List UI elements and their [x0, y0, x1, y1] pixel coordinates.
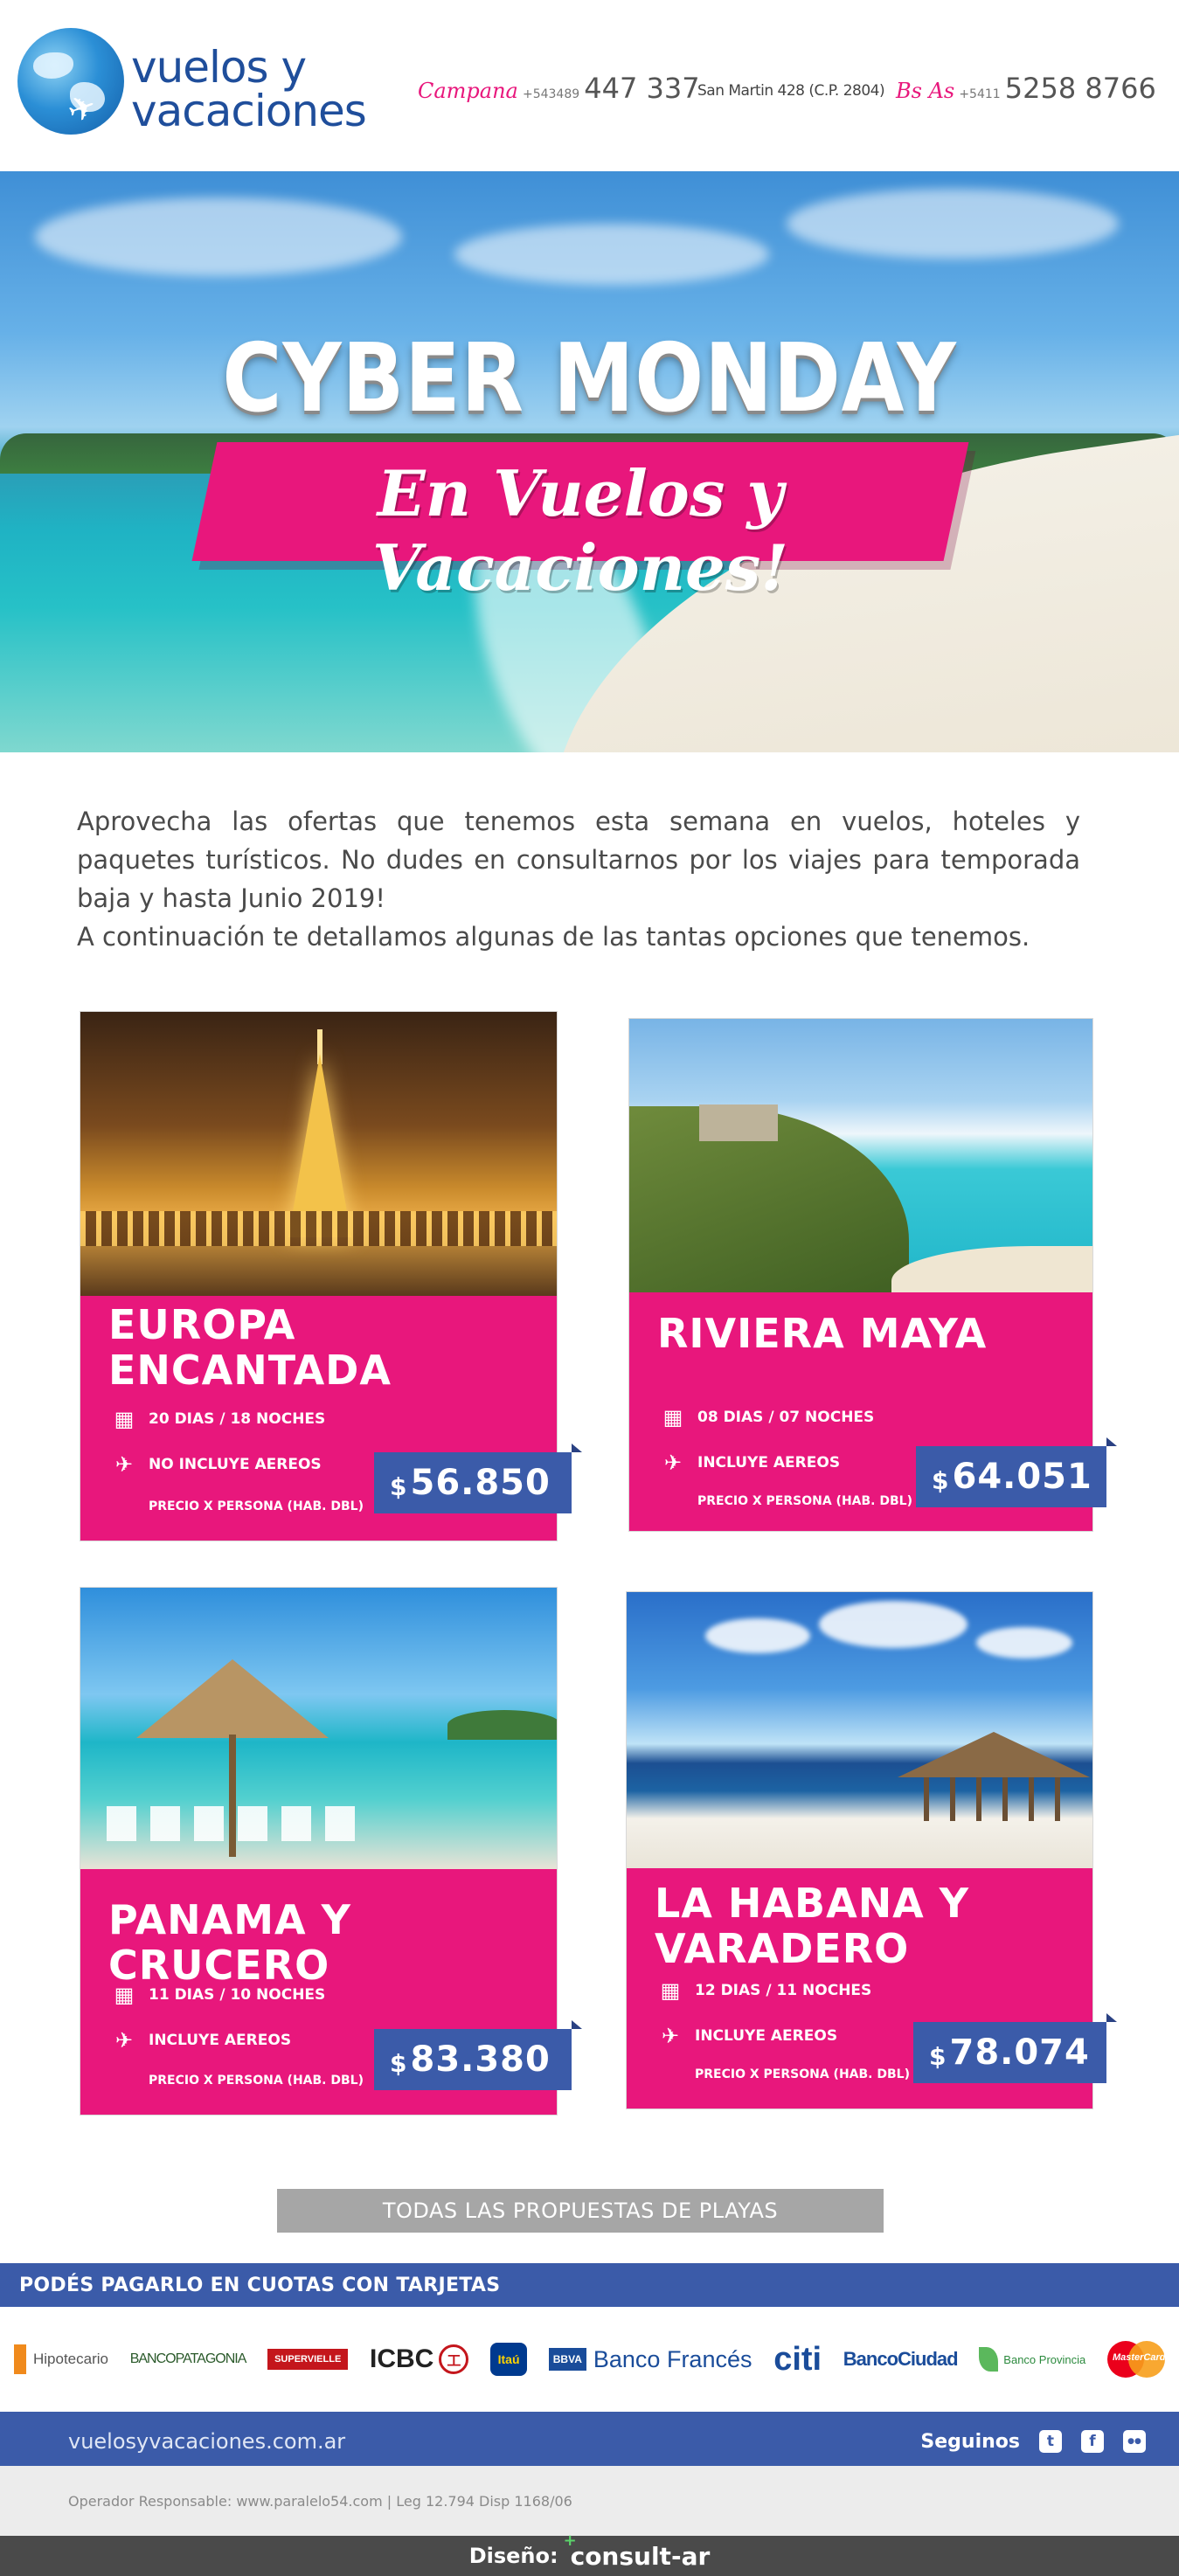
website-link[interactable]: vuelosyvacaciones.com.ar: [68, 2429, 345, 2454]
price-value: 78.074: [949, 2032, 1090, 2073]
office-address: San Martin 428 (C.P. 2804): [697, 82, 885, 100]
hero-title: CYBER MONDAY: [222, 324, 957, 433]
office-city: Bs As: [896, 79, 955, 103]
intro-text: Aprovecha las ofertas que tenemos esta s…: [77, 802, 1080, 956]
bank-logo-supervielle: SUPERVIELLE: [267, 2349, 349, 2370]
price-value: 56.850: [410, 1463, 551, 1503]
airplane-icon: ✈: [114, 2028, 134, 2053]
brand-logo[interactable]: vuelos y vacaciones: [131, 42, 367, 136]
logo-line-1: vuelos y: [131, 42, 307, 93]
price-tag[interactable]: $56.850: [374, 1444, 582, 1513]
payment-heading: PODÉS PAGARLO EN CUOTAS CON TARJETAS: [0, 2263, 1179, 2307]
bank-logo-citi: citi: [773, 2340, 822, 2378]
package-flights: ✈ INCLUYE AEREOS: [110, 2030, 291, 2051]
phone-number[interactable]: 447 337: [584, 72, 699, 105]
price-value: 64.051: [952, 1457, 1092, 1497]
price-note: PRECIO X PERSONA (HAB. DBL): [149, 1499, 364, 1513]
package-duration: ▦ 12 DIAS / 11 NOCHES: [656, 1978, 872, 2003]
package-flights: ✈ INCLUYE AEREOS: [656, 2025, 837, 2046]
package-name: LA HABANA Y VARADERO: [655, 1880, 970, 1972]
calendar-icon: ▦: [114, 1407, 135, 1431]
price-note: PRECIO X PERSONA (HAB. DBL): [149, 2074, 364, 2088]
package-duration: ▦ 11 DIAS / 10 NOCHES: [110, 1983, 326, 2007]
bank-logos: Hipotecario BANCOPATAGONIA SUPERVIELLE I…: [0, 2307, 1179, 2412]
price-tag[interactable]: $64.051: [916, 1437, 1117, 1507]
twitter-icon[interactable]: t: [1039, 2430, 1062, 2453]
package-name: RIVIERA MAYA: [657, 1310, 988, 1357]
price-note: PRECIO X PERSONA (HAB. DBL): [695, 2067, 910, 2081]
bank-logo-patagonia: BANCOPATAGONIA: [129, 2351, 247, 2366]
airplane-icon: ✈: [661, 2024, 680, 2048]
follow-label: Seguinos: [920, 2430, 1020, 2453]
mastercard-logo-icon: MasterCard: [1106, 2341, 1165, 2378]
price-tag[interactable]: $78.074: [913, 2013, 1117, 2083]
logo-line-2: vacaciones: [131, 86, 367, 136]
package-photo: [629, 1019, 1092, 1292]
package-photo: [627, 1592, 1092, 1868]
airplane-icon: ✈: [663, 1451, 683, 1475]
social-links: Seguinos t f ●●: [920, 2430, 1146, 2453]
phone-prefix: +543489: [522, 87, 580, 101]
design-label: Diseño:: [468, 2544, 558, 2568]
phone-prefix: +5411: [959, 87, 1001, 101]
bank-logo-itau: Itaú: [490, 2343, 528, 2376]
package-flights: ✈ INCLUYE AEREOS: [659, 1452, 840, 1473]
hero-banner[interactable]: CYBER MONDAY En Vuelos y Vacaciones!: [0, 171, 1179, 752]
bank-logo-hipotecario: Hipotecario: [14, 2344, 108, 2374]
bank-logo-ciudad: BancoCiudad: [843, 2348, 959, 2370]
airplane-icon: ✈: [114, 1452, 134, 1477]
hero-subtitle: En Vuelos y Vacaciones!: [372, 456, 788, 605]
footer-bar: vuelosyvacaciones.com.ar Seguinos t f ●●: [0, 2417, 1179, 2466]
price-note: PRECIO X PERSONA (HAB. DBL): [697, 1494, 912, 1508]
phone-number[interactable]: 5258 8766: [1005, 72, 1156, 105]
price-value: 83.380: [410, 2039, 551, 2080]
intro-paragraph: Aprovecha las ofertas que tenemos esta s…: [77, 807, 1080, 913]
calendar-icon: ▦: [660, 1978, 681, 2003]
calendar-icon: ▦: [114, 1983, 135, 2007]
calendar-icon: ▦: [662, 1405, 683, 1430]
community-icon[interactable]: ●●: [1123, 2430, 1146, 2453]
all-beach-offers-button[interactable]: TODAS LAS PROPUESTAS DE PLAYAS: [277, 2189, 884, 2233]
bank-logo-icbc: ICBC 工: [370, 2344, 469, 2374]
bank-logo-bbva-frances: BBVA Banco Francés: [548, 2346, 752, 2373]
design-credit: Diseño: + consult-ar: [0, 2531, 1179, 2576]
package-photo: [80, 1588, 557, 1869]
package-flights: ✈ NO INCLUYE AEREOS: [110, 1454, 322, 1475]
package-duration: ▦ 20 DIAS / 18 NOCHES: [110, 1407, 326, 1431]
globe-logo-icon[interactable]: ✈: [17, 28, 124, 135]
package-photo: [80, 1012, 557, 1296]
package-duration: ▦ 08 DIAS / 07 NOCHES: [659, 1405, 875, 1430]
office-city: Campana: [418, 79, 518, 103]
email-header: ✈ vuelos y vacaciones Campana +543489 44…: [0, 0, 1179, 171]
design-brand-link[interactable]: + consult-ar: [564, 2531, 711, 2571]
intro-paragraph: A continuación te detallamos algunas de …: [77, 922, 1030, 952]
office-campana: Campana +543489 447 337: [418, 72, 700, 105]
price-tag[interactable]: $83.380: [374, 2020, 582, 2090]
facebook-icon[interactable]: f: [1081, 2430, 1104, 2453]
bank-logo-provincia: Banco Provincia: [979, 2347, 1085, 2372]
legal-bar: Operador Responsable: www.paralelo54.com…: [0, 2466, 1179, 2536]
address-text: San Martin 428 (C.P. 2804): [697, 82, 885, 100]
legal-text: Operador Responsable: www.paralelo54.com…: [68, 2492, 572, 2510]
package-name: EUROPA ENCANTADA: [108, 1301, 392, 1394]
office-bsas: Bs As +5411 5258 8766: [896, 72, 1156, 105]
package-name: PANAMA Y CRUCERO: [108, 1896, 351, 1989]
